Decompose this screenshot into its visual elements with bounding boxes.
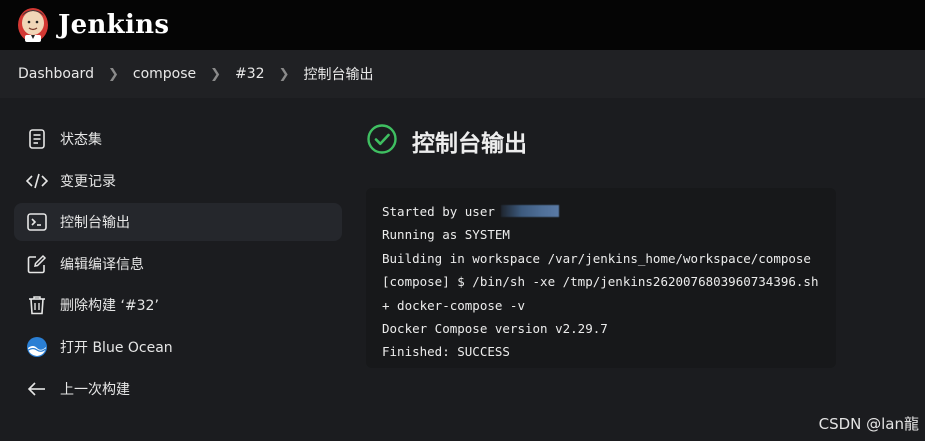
chevron-right-icon: ❯ bbox=[107, 66, 119, 82]
console-output: Started by user Running as SYSTEM Building… bbox=[366, 188, 836, 368]
console-line-text: Started by user bbox=[382, 204, 495, 219]
sidebar-item-previous-build[interactable]: 上一次构建 bbox=[14, 370, 342, 408]
sidebar-item-label: 编辑编译信息 bbox=[60, 256, 144, 273]
sidebar: 状态集 变更记录 控制台输出 编辑编译信息 删除构建 ‘#32’ 打开 Blue… bbox=[14, 120, 342, 411]
sidebar-item-console-output[interactable]: 控制台输出 bbox=[14, 203, 342, 242]
breadcrumb: Dashboard ❯ compose ❯ #32 ❯ 控制台输出 bbox=[0, 50, 925, 98]
redacted-username bbox=[500, 205, 559, 217]
main-content: 控制台输出 bbox=[366, 120, 527, 162]
success-check-icon bbox=[366, 123, 398, 159]
chevron-right-icon: ❯ bbox=[210, 66, 222, 82]
console-line: Running as SYSTEM bbox=[382, 227, 510, 243]
page-heading: 控制台输出 bbox=[366, 120, 527, 162]
console-line: + docker-compose -v bbox=[382, 297, 525, 313]
breadcrumb-build-32[interactable]: #32 bbox=[235, 66, 265, 82]
sidebar-item-label: 删除构建 ‘#32’ bbox=[60, 298, 159, 315]
top-header: Jenkins bbox=[0, 0, 925, 50]
console-line: Started by user bbox=[382, 200, 820, 223]
brand-title[interactable]: Jenkins bbox=[58, 10, 169, 40]
sidebar-item-label: 控制台输出 bbox=[60, 215, 130, 232]
sidebar-item-label: 上一次构建 bbox=[60, 381, 130, 398]
terminal-icon bbox=[26, 211, 48, 233]
breadcrumb-dashboard[interactable]: Dashboard bbox=[18, 66, 94, 82]
trash-icon bbox=[26, 294, 48, 316]
sidebar-item-blue-ocean[interactable]: 打开 Blue Ocean bbox=[14, 328, 342, 366]
page-title: 控制台输出 bbox=[412, 131, 527, 157]
chevron-right-icon: ❯ bbox=[278, 66, 290, 82]
sidebar-item-delete-build[interactable]: 删除构建 ‘#32’ bbox=[14, 286, 342, 324]
console-line: [compose] $ /bin/sh -xe /tmp/jenkins2620… bbox=[382, 274, 819, 290]
sidebar-item-status[interactable]: 状态集 bbox=[14, 120, 342, 158]
console-line: Finished: SUCCESS bbox=[382, 344, 510, 360]
edit-icon bbox=[26, 253, 48, 275]
sidebar-item-label: 状态集 bbox=[60, 132, 102, 148]
sidebar-item-edit-build-info[interactable]: 编辑编译信息 bbox=[14, 245, 342, 283]
console-line: Building in workspace /var/jenkins_home/… bbox=[382, 250, 811, 266]
console-line: Docker Compose version v2.29.7 bbox=[382, 321, 608, 337]
sidebar-item-changes[interactable]: 变更记录 bbox=[14, 162, 342, 200]
blue-ocean-icon bbox=[26, 336, 48, 358]
notepad-icon bbox=[26, 128, 48, 150]
code-icon bbox=[26, 170, 48, 192]
breadcrumb-console-output[interactable]: 控制台输出 bbox=[304, 64, 374, 84]
sidebar-item-label: 变更记录 bbox=[60, 173, 116, 190]
watermark: CSDN @lan龍 bbox=[818, 415, 919, 433]
arrow-left-icon bbox=[26, 378, 48, 400]
jenkins-butler-icon[interactable] bbox=[16, 6, 50, 44]
sidebar-item-label: 打开 Blue Ocean bbox=[60, 339, 173, 356]
breadcrumb-compose[interactable]: compose bbox=[133, 66, 196, 82]
